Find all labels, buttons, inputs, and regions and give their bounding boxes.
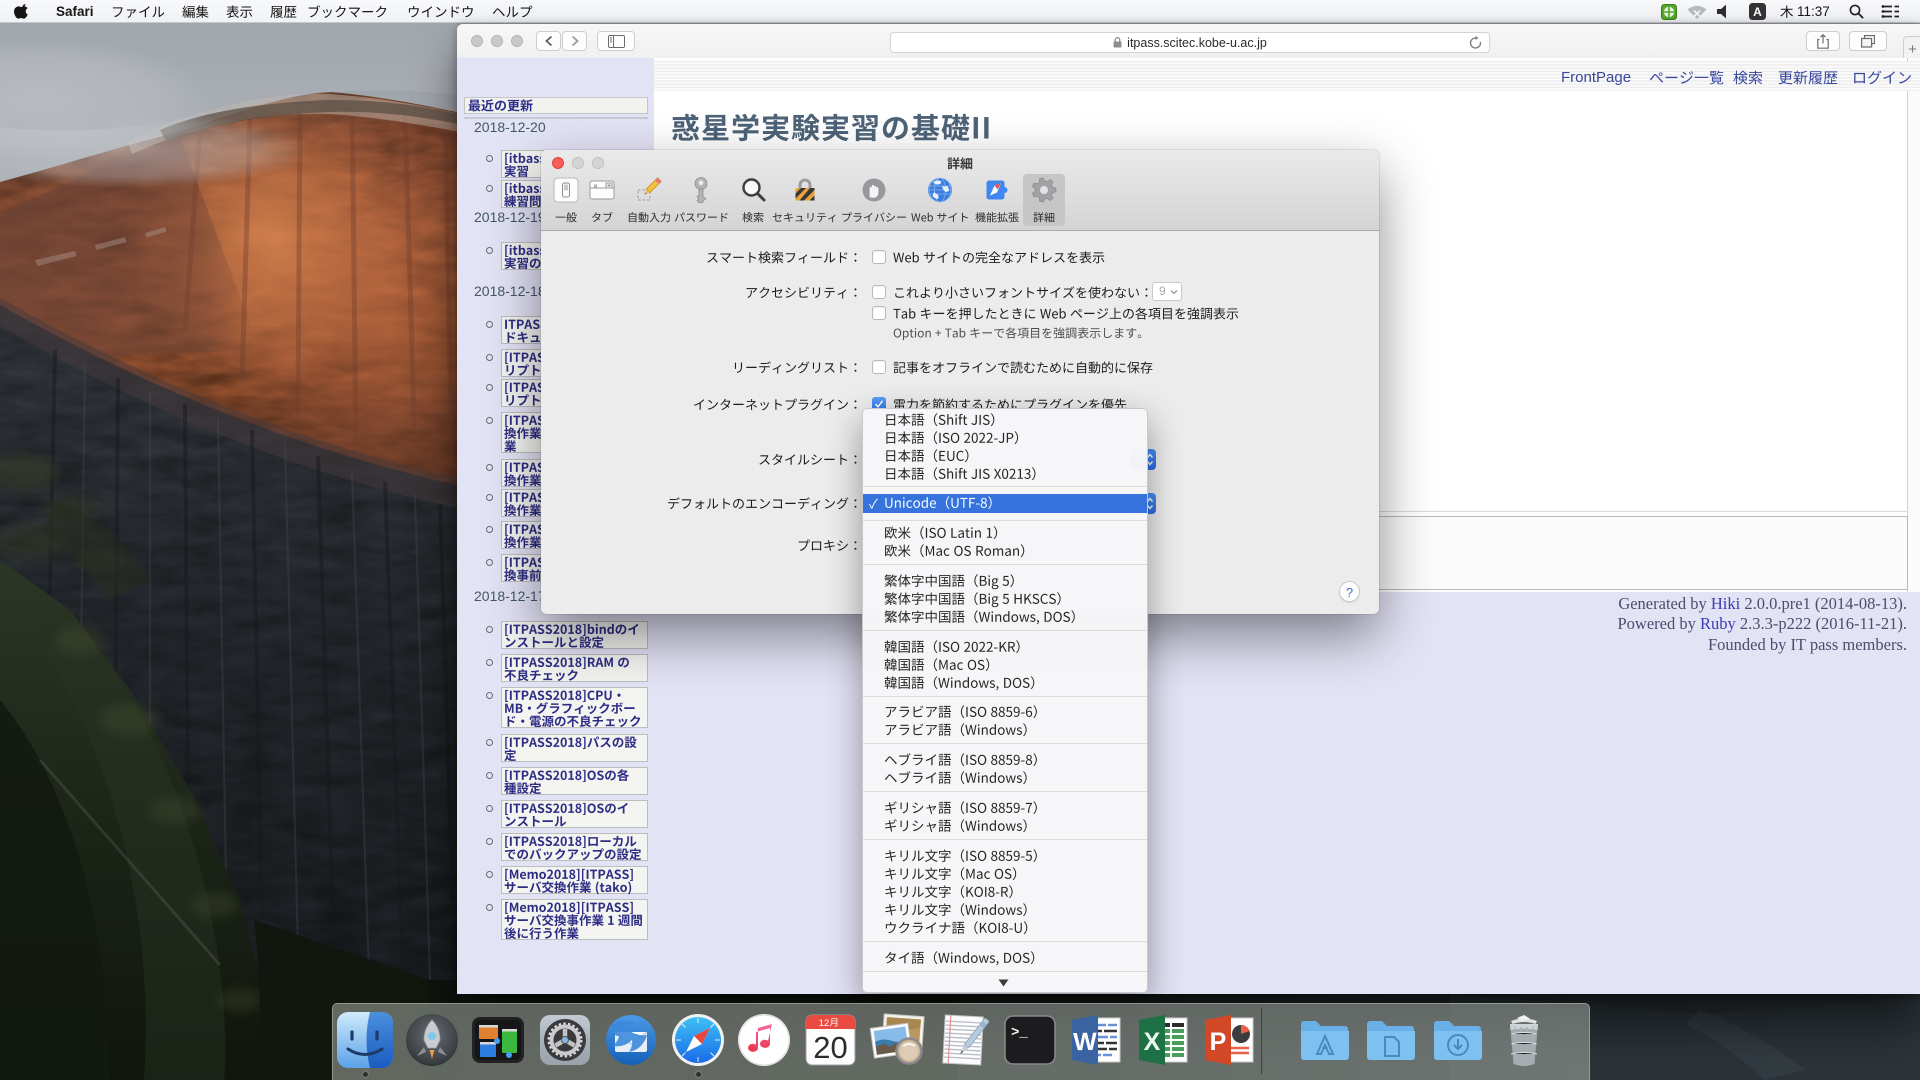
svg-text:A: A [1753, 5, 1762, 19]
svg-text:12: 12 [819, 1018, 830, 1029]
svg-text:W: W [1073, 1028, 1097, 1056]
svg-text:20: 20 [813, 1030, 847, 1065]
svg-text:P: P [1210, 1028, 1227, 1056]
svg-text:X: X [1144, 1028, 1161, 1056]
svg-text:>_: >_ [1011, 1025, 1028, 1041]
